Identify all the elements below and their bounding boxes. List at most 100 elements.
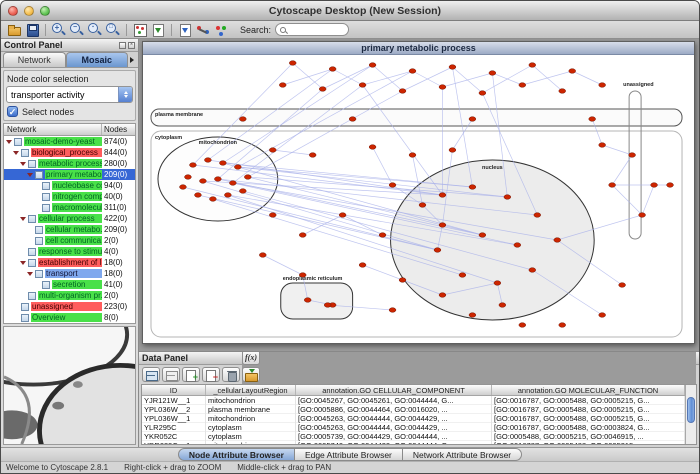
network-node[interactable]	[629, 153, 636, 158]
tree-row[interactable]: cellular process422(0)	[4, 213, 135, 224]
network-node[interactable]	[599, 143, 606, 148]
network-node[interactable]	[319, 87, 326, 92]
title-bar[interactable]: Cytoscape Desktop (New Session)	[1, 1, 699, 21]
tree-expander-icon[interactable]	[12, 151, 21, 155]
delete-attribute-icon[interactable]	[202, 367, 220, 382]
network-overview-icon[interactable]	[132, 22, 148, 37]
tree-row[interactable]: cell communica...2(0)	[4, 235, 135, 246]
network-node[interactable]	[190, 163, 197, 168]
tree-row[interactable]: macromolecule...311(0)	[4, 202, 135, 213]
tree-row[interactable]: metabolic process280(0)	[4, 158, 135, 169]
network-node[interactable]	[469, 185, 476, 190]
network-node[interactable]	[409, 153, 416, 158]
tree-row[interactable]: Overview8(0)	[4, 312, 135, 323]
search-box[interactable]	[275, 23, 349, 36]
minimize-button[interactable]	[24, 6, 34, 16]
network-node[interactable]	[259, 253, 266, 258]
tab-mosaic[interactable]: Mosaic	[66, 52, 129, 67]
tree-expander-icon[interactable]	[19, 217, 28, 221]
network-node[interactable]	[449, 65, 456, 70]
network-node[interactable]	[439, 293, 446, 298]
column-header[interactable]: _cellularLayoutRegion	[206, 385, 296, 395]
network-node[interactable]	[185, 175, 192, 180]
network-edge[interactable]	[293, 63, 323, 89]
network-node[interactable]	[224, 193, 231, 198]
network-node[interactable]	[529, 63, 536, 68]
network-node[interactable]	[569, 69, 576, 74]
network-modification-icon[interactable]	[195, 22, 211, 37]
network-node[interactable]	[195, 193, 202, 198]
save-session-icon[interactable]	[24, 22, 40, 37]
network-canvas[interactable]: plasma membranecytoplasmmitochondrionnuc…	[143, 55, 694, 343]
network-edge[interactable]	[442, 73, 492, 87]
network-node[interactable]	[389, 183, 396, 188]
network-node[interactable]	[244, 175, 251, 180]
network-node[interactable]	[599, 83, 606, 88]
network-node[interactable]	[667, 183, 674, 188]
network-node[interactable]	[269, 148, 276, 153]
column-header[interactable]: ID	[142, 385, 206, 395]
table-scrollbar[interactable]	[685, 385, 696, 444]
network-node[interactable]	[369, 63, 376, 68]
network-node[interactable]	[204, 158, 211, 163]
search-input[interactable]	[286, 24, 344, 35]
network-node[interactable]	[479, 233, 486, 238]
network-node[interactable]	[359, 83, 366, 88]
network-node[interactable]	[239, 189, 246, 194]
network-node[interactable]	[519, 323, 526, 328]
network-node[interactable]	[379, 233, 386, 238]
import-table-icon[interactable]	[242, 367, 260, 382]
new-attribute-icon[interactable]	[182, 367, 200, 382]
network-node[interactable]	[651, 183, 658, 188]
network-node[interactable]	[479, 91, 486, 96]
tab-network[interactable]: Network	[3, 52, 66, 67]
tab-edge-attribute-browser[interactable]: Edge Attribute Browser	[295, 448, 403, 461]
network-node[interactable]	[514, 243, 521, 248]
network-node[interactable]	[399, 278, 406, 283]
network-node[interactable]	[469, 117, 476, 122]
network-edge[interactable]	[363, 71, 413, 85]
network-node[interactable]	[439, 223, 446, 228]
column-header[interactable]: annotation.GO MOLECULAR_FUNCTION	[492, 385, 685, 395]
network-edge[interactable]	[572, 71, 602, 85]
tree-expander-icon[interactable]	[5, 140, 14, 144]
network-node[interactable]	[494, 281, 501, 286]
tree-row[interactable]: cellular metabo...209(0)	[4, 224, 135, 235]
zoom-selected-icon[interactable]	[87, 22, 103, 37]
network-node[interactable]	[389, 308, 396, 313]
network-node[interactable]	[599, 313, 606, 318]
column-header[interactable]: annotation.GO CELLULAR_COMPONENT	[296, 385, 492, 395]
network-node[interactable]	[289, 61, 296, 66]
network-node[interactable]	[609, 183, 616, 188]
node-color-dropdown[interactable]: transporter activity	[6, 86, 133, 103]
network-edge[interactable]	[233, 85, 363, 183]
tree-row[interactable]: transport18(0)	[4, 268, 135, 279]
network-node[interactable]	[439, 85, 446, 90]
import-attributes-icon[interactable]	[177, 22, 193, 37]
tree-row[interactable]: mosaic-demo-yeast874(0)	[4, 136, 135, 147]
network-edge[interactable]	[602, 145, 632, 155]
tab-node-attribute-browser[interactable]: Node Attribute Browser	[178, 448, 295, 461]
network-edge[interactable]	[612, 185, 642, 215]
network-edge[interactable]	[263, 255, 303, 275]
tree-expander-icon[interactable]	[26, 173, 35, 177]
network-node[interactable]	[529, 268, 536, 273]
network-edge[interactable]	[482, 65, 532, 93]
network-node[interactable]	[309, 153, 316, 158]
network-node[interactable]	[369, 145, 376, 150]
network-node[interactable]	[559, 323, 566, 328]
tree-row[interactable]: biological_process844(0)	[4, 147, 135, 158]
close-panel-icon[interactable]	[128, 42, 135, 49]
network-node[interactable]	[339, 213, 346, 218]
network-node[interactable]	[409, 69, 416, 74]
network-edge[interactable]	[248, 91, 403, 177]
float-panel-icon[interactable]	[119, 42, 126, 49]
tree-row[interactable]: primary metabo...209(0)	[4, 169, 135, 180]
vizmapper-icon[interactable]	[213, 22, 229, 37]
select-nodes-checkbox[interactable]	[7, 106, 18, 117]
network-node[interactable]	[359, 263, 366, 268]
network-node[interactable]	[434, 248, 441, 253]
network-node[interactable]	[279, 83, 286, 88]
network-node[interactable]	[349, 117, 356, 122]
zoom-in-icon[interactable]	[51, 22, 67, 37]
